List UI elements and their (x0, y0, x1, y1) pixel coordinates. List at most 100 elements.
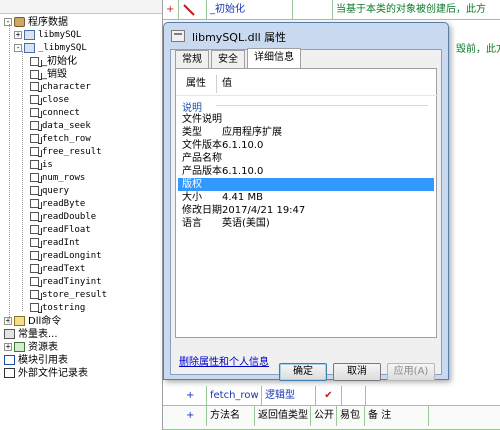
tree-item[interactable]: _销毁 (30, 68, 67, 81)
expand-icon[interactable]: + (14, 30, 22, 39)
ext-icon (4, 368, 15, 378)
expand-plus-icon[interactable]: + (183, 386, 207, 406)
method-icon (30, 212, 42, 222)
header-divider (176, 95, 438, 96)
property-name: 产品名称 (182, 153, 222, 164)
tree-item[interactable]: free_result (30, 146, 102, 159)
tree-item[interactable]: fetch_row (30, 133, 91, 146)
details-panel: 属性 值 说明 文件说明 类型 应用程序扩展 文件版本 6.1.10.0 产品名称 产品版本… (175, 68, 438, 338)
property-row[interactable]: 类型 应用程序扩展 (178, 126, 434, 139)
tree-item-label: readDouble (42, 212, 97, 222)
dialog-titlebar[interactable]: libmySQL.dll 属性 (164, 23, 448, 49)
tree-item[interactable]: - 程序数据 (4, 16, 68, 29)
empty-cell (342, 386, 366, 406)
tree-item[interactable]: 外部文件记录表 (4, 367, 88, 380)
method-icon (30, 147, 42, 157)
method-icon (30, 173, 42, 183)
property-row[interactable]: 产品版本 6.1.10.0 (178, 165, 434, 178)
file-properties-dialog[interactable]: libmySQL.dll 属性 常规 安全 详细信息 属性 值 说明 文件说明类… (163, 22, 449, 380)
method-table-header: + 方法名 返回值类型 公开 易包 备 注 (163, 406, 500, 430)
tree-item-label: query (42, 186, 70, 196)
tree-item-label: num_rows (42, 173, 86, 183)
header-return-type: 返回值类型 (255, 406, 311, 426)
method-name-cell[interactable]: _初始化 (207, 0, 293, 20)
tree-top-strip (0, 0, 162, 14)
collapse-icon[interactable]: - (4, 18, 12, 26)
method-row[interactable]: + _初始化 当基于本类的对象被创建后，此方 (163, 0, 500, 20)
project-tree[interactable]: - 程序数据 + libmySQL - _libmySQL _初始化 _销毁 character… (0, 0, 163, 430)
public-check-icon[interactable]: ✔ (316, 386, 342, 406)
tree-item[interactable]: readFloat (30, 224, 91, 237)
tree-item[interactable]: num_rows (30, 172, 85, 185)
property-row[interactable]: 文件说明 (178, 113, 434, 126)
tree-item-label: 程序数据 (28, 17, 68, 28)
tree-item[interactable]: connect (30, 107, 80, 120)
tree-item[interactable]: is (30, 159, 53, 172)
method-icon (30, 251, 42, 261)
tree-item[interactable]: readText (30, 263, 85, 276)
tree-item-label: character (42, 82, 91, 92)
property-row[interactable]: 语言 英语(美国) (178, 217, 434, 230)
tree-item-label: close (42, 95, 70, 105)
ok-button[interactable]: 确定 (279, 363, 327, 381)
tree-item[interactable]: store_result (30, 289, 107, 302)
tree-item[interactable]: query (30, 185, 69, 198)
expand-icon[interactable]: + (4, 317, 12, 325)
tree-connector-line (22, 51, 23, 311)
tree-item[interactable]: + Dll命令 (4, 315, 61, 328)
tree-item[interactable]: readDouble (30, 211, 96, 224)
group-label-description: 说明 (182, 103, 202, 114)
property-row[interactable]: 产品名称 (178, 152, 434, 165)
tree-item[interactable]: readTinyint (30, 276, 102, 289)
method-icon (30, 121, 42, 131)
return-type-cell[interactable]: 逻辑型 (262, 386, 316, 406)
method-name-cell[interactable]: fetch_row (207, 386, 262, 406)
expand-plus-icon[interactable]: + (163, 0, 179, 20)
method-note-cell[interactable]: 当基于本类的对象被创建后，此方 (333, 0, 500, 20)
column-header-value[interactable]: 值 (222, 73, 232, 95)
remove-properties-link[interactable]: 删除属性和个人信息 (179, 353, 269, 368)
method-icon (30, 264, 42, 274)
dll-file-icon (171, 30, 185, 42)
tree-item-label: store_result (42, 290, 108, 300)
cls-icon (24, 42, 35, 53)
property-row[interactable]: 文件版本 6.1.10.0 (178, 139, 434, 152)
tree-item[interactable]: _初始化 (30, 55, 77, 68)
method-icon (30, 56, 42, 67)
tab-general[interactable]: 常规 (175, 50, 209, 68)
apply-button[interactable]: 应用(A) (387, 363, 435, 381)
tree-item[interactable]: close (30, 94, 69, 107)
tree-item[interactable]: tostring (30, 302, 85, 315)
tree-item[interactable]: 常量表... (4, 328, 58, 341)
property-name: 语言 (182, 218, 202, 229)
cancel-button[interactable]: 取消 (333, 363, 381, 381)
tree-item-label: 资源表 (28, 342, 58, 353)
property-row[interactable]: 版权 (178, 178, 434, 191)
tree-item[interactable]: - _libmySQL (14, 42, 87, 55)
tree-item[interactable]: 模块引用表 (4, 354, 68, 367)
property-value: 6.1.10.0 (222, 140, 264, 151)
column-header-property[interactable]: 属性 (186, 73, 206, 95)
expand-plus-icon[interactable]: + (183, 406, 207, 426)
tab-security[interactable]: 安全 (211, 50, 245, 68)
db-icon (14, 17, 25, 27)
tree-item[interactable]: data_seek (30, 120, 91, 133)
method-row-fetch-row[interactable]: + fetch_row 逻辑型 ✔ (163, 386, 500, 406)
collapse-icon[interactable]: - (14, 43, 22, 52)
tree-item[interactable]: + libmySQL (14, 29, 81, 42)
group-divider (216, 105, 428, 106)
cls-icon (24, 29, 35, 40)
property-row[interactable]: 大小 4.41 MB (178, 191, 434, 204)
tree-item[interactable]: readByte (30, 198, 85, 211)
column-divider (216, 75, 217, 93)
header-public: 公开 (311, 406, 337, 426)
tree-item[interactable]: readLongint (30, 250, 102, 263)
tree-item-label: tostring (42, 303, 86, 313)
tree-item[interactable]: character (30, 81, 91, 94)
tab-details[interactable]: 详细信息 (247, 48, 301, 68)
tree-item[interactable]: readInt (30, 237, 80, 250)
method-note-cell-2[interactable]: 毁前，此方法 (453, 40, 500, 60)
tree-item[interactable]: + 资源表 (4, 341, 58, 354)
expand-icon[interactable]: + (4, 343, 12, 351)
property-row[interactable]: 修改日期 2017/4/21 19:47 (178, 204, 434, 217)
